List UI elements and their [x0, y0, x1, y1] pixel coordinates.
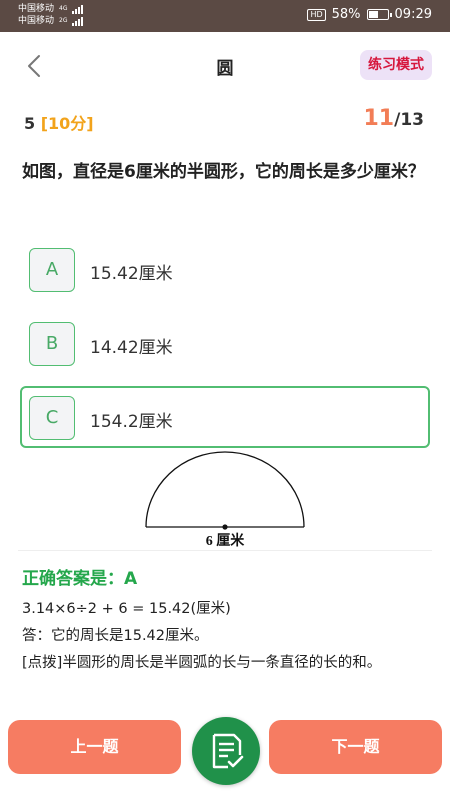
status-bar: 中国移动 4G 中国移动 2G HD 58% 09:29 — [0, 0, 450, 32]
semicircle-figure: 6 厘米 — [145, 451, 305, 549]
solution-line: [点拨]半圆形的周长是半圆弧的长与一条直径的长的和。 — [22, 655, 382, 671]
question-meta: 5 [10分] 11/13 — [24, 106, 424, 138]
option-b[interactable]: B 14.42厘米 — [20, 312, 430, 374]
solution-text: 3.14×6÷2 + 6 = 15.42(厘米) 答：它的周长是15.42厘米。… — [22, 596, 430, 677]
progress-current: 11 — [363, 106, 395, 131]
question-progress: 11/13 — [364, 106, 425, 131]
header: 圆 练习模式 — [0, 32, 450, 100]
next-question-button[interactable]: 下一题 — [269, 720, 442, 774]
option-text: 15.42厘米 — [90, 264, 173, 284]
divider — [18, 550, 432, 551]
center-dot — [222, 524, 228, 530]
solution-line: 3.14×6÷2 + 6 = 15.42(厘米) — [22, 601, 231, 617]
practice-mode-badge[interactable]: 练习模式 — [360, 50, 432, 80]
progress-total: /13 — [394, 110, 424, 130]
signal-icon — [72, 16, 84, 26]
carrier-info: 中国移动 4G 中国移动 2G — [18, 3, 84, 27]
question-number: 5 — [24, 114, 36, 133]
question-score: [10分] — [40, 114, 94, 133]
option-letter: B — [29, 322, 75, 366]
option-a[interactable]: A 15.42厘米 — [20, 238, 430, 300]
clock: 09:29 — [394, 7, 432, 22]
carrier-1-network: 4G — [59, 5, 68, 12]
solution-line: 答：它的周长是15.42厘米。 — [22, 628, 209, 644]
previous-question-button[interactable]: 上一题 — [8, 720, 181, 774]
carrier-1-label: 中国移动 — [18, 4, 55, 14]
carrier-2-network: 2G — [59, 17, 68, 24]
battery-percent: 58% — [331, 7, 361, 22]
battery-fill — [368, 11, 379, 18]
answer-sheet-icon — [212, 733, 244, 769]
carrier-2-label: 中国移动 — [18, 16, 55, 26]
diameter-label: 6 厘米 — [206, 532, 245, 549]
question-text: 如图，直径是6厘米的半圆形，它的周长是多少厘米？ — [22, 162, 425, 182]
battery-icon — [366, 9, 392, 20]
question-number-group: 5 [10分] — [24, 110, 94, 134]
semicircle-arc — [145, 451, 305, 528]
status-right: HD 58% 09:29 — [307, 7, 432, 22]
option-letter: C — [29, 396, 75, 440]
option-letter: A — [29, 248, 75, 292]
correct-answer-label: 正确答案是：A — [22, 569, 138, 589]
option-text: 154.2厘米 — [90, 412, 173, 432]
signal-icon — [72, 4, 84, 14]
option-c[interactable]: C 154.2厘米 — [20, 386, 430, 448]
hd-badge: HD — [307, 8, 326, 21]
answer-sheet-button[interactable] — [192, 717, 260, 785]
option-text: 14.42厘米 — [90, 338, 173, 358]
